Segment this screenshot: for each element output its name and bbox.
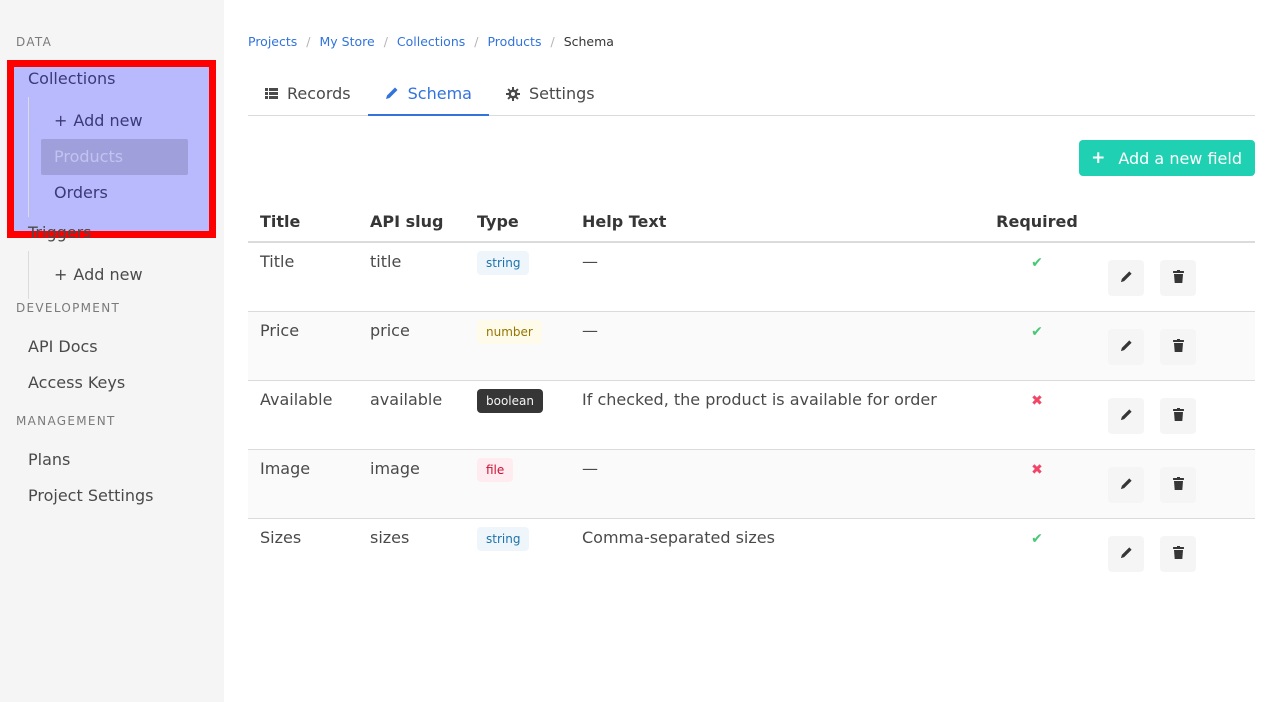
type-tag: boolean: [477, 388, 543, 413]
breadcrumb-projects[interactable]: Projects: [248, 34, 297, 49]
pencil-icon: [1120, 270, 1133, 286]
pencil-icon: [1120, 477, 1133, 493]
trash-icon: [1172, 270, 1184, 286]
header-api-slug: API slug: [358, 202, 465, 243]
sidebar: DATA Collections + Add new Products Order…: [0, 0, 224, 702]
trash-icon: [1172, 545, 1184, 562]
header-actions: [1092, 202, 1255, 243]
main-content: Projects / My Store / Collections / Prod…: [224, 0, 1280, 702]
field-api-slug: sizes: [370, 527, 410, 547]
edit-field-button[interactable]: [1108, 260, 1144, 296]
table-row: Available available boolean If checked, …: [248, 380, 1255, 450]
delete-field-button[interactable]: [1160, 260, 1196, 296]
menu-label-management: MANAGEMENT: [16, 414, 116, 428]
breadcrumb-separator: /: [550, 33, 555, 49]
field-title: Image: [248, 449, 358, 519]
delete-field-button[interactable]: [1160, 535, 1196, 572]
edit-field-button[interactable]: [1108, 328, 1144, 365]
plus-icon: +: [54, 265, 68, 284]
type-tag: file: [477, 457, 514, 482]
type-tag: number: [477, 319, 542, 344]
field-title: Title: [248, 242, 358, 312]
field-title: Available: [248, 380, 358, 450]
pencil-icon: [1120, 546, 1133, 562]
edit-field-button[interactable]: [1108, 535, 1144, 572]
header-title: Title: [248, 202, 358, 243]
toolbar: + Add a new field: [248, 140, 1255, 176]
sidebar-item-plans[interactable]: Plans: [0, 442, 224, 478]
header-type: Type: [465, 202, 570, 243]
delete-field-button[interactable]: [1160, 397, 1196, 434]
field-title: Sizes: [260, 527, 302, 547]
field-help-text: Comma-separated sizes: [582, 527, 775, 547]
check-icon: ✔: [1031, 255, 1043, 271]
table-row: Price price number — ✔: [248, 311, 1255, 381]
sidebar-item-api-docs[interactable]: API Docs: [0, 329, 224, 365]
gear-icon: [505, 86, 520, 101]
breadcrumb-products[interactable]: Products: [487, 34, 541, 49]
sidebar-item-triggers[interactable]: Triggers: [0, 215, 224, 251]
header-required: Required: [982, 202, 1092, 243]
table-row: Image image file — ✖: [248, 449, 1255, 519]
type-tag: string: [477, 526, 530, 551]
type-tag: string: [477, 251, 530, 275]
table-row: Title title string — ✔: [248, 242, 1255, 312]
breadcrumb-current: Schema: [563, 33, 614, 49]
plus-icon: +: [54, 111, 68, 130]
field-api-slug: price: [358, 311, 465, 381]
sidebar-item-project-settings[interactable]: Project Settings: [0, 478, 224, 514]
sidebar-item-collections[interactable]: Collections: [0, 61, 224, 97]
field-help-text: —: [570, 242, 982, 312]
table-row: Sizes sizes string Comma-separated sizes…: [248, 518, 1255, 587]
pencil-icon: [1120, 339, 1133, 355]
trash-icon: [1172, 338, 1184, 355]
breadcrumb-my-store[interactable]: My Store: [320, 34, 375, 49]
edit-field-button[interactable]: [1108, 466, 1144, 503]
delete-field-button[interactable]: [1160, 328, 1196, 365]
breadcrumb-separator: /: [474, 33, 479, 49]
sidebar-item-products[interactable]: Products: [41, 139, 188, 175]
breadcrumb-separator: /: [306, 33, 311, 49]
edit-field-button[interactable]: [1108, 397, 1144, 434]
sidebar-item-add-trigger[interactable]: + Add new: [41, 257, 188, 293]
delete-field-button[interactable]: [1160, 466, 1196, 503]
field-help-text: —: [570, 449, 982, 519]
field-help-text: —: [570, 311, 982, 381]
cross-icon: ✖: [1031, 461, 1043, 478]
trash-icon: [1172, 407, 1184, 424]
field-title: Price: [248, 311, 358, 381]
cross-icon: ✖: [1031, 392, 1043, 409]
field-api-slug: image: [358, 449, 465, 519]
add-field-button[interactable]: + Add a new field: [1079, 140, 1255, 176]
breadcrumb-separator: /: [383, 33, 388, 49]
check-icon: ✔: [1031, 323, 1043, 340]
check-icon: ✔: [1031, 530, 1043, 547]
menu-label-development: DEVELOPMENT: [16, 301, 121, 315]
tab-schema[interactable]: Schema: [367, 72, 489, 116]
pencil-icon: [1120, 408, 1133, 424]
menu-label-data: DATA: [16, 35, 53, 49]
field-help-text: If checked, the product is available for…: [570, 380, 982, 450]
plus-icon: +: [1091, 148, 1106, 168]
field-api-slug: title: [358, 242, 465, 312]
trash-icon: [1172, 476, 1184, 493]
pencil-icon: [385, 86, 399, 100]
schema-table: Title API slug Type Help Text Required T…: [248, 202, 1255, 587]
menu-section-data: DATA Collections + Add new Products Order…: [0, 33, 224, 217]
sidebar-item-access-keys[interactable]: Access Keys: [0, 365, 224, 401]
tab-settings[interactable]: Settings: [489, 72, 612, 116]
list-icon: [265, 88, 278, 99]
breadcrumb: Projects / My Store / Collections / Prod…: [248, 32, 1255, 50]
header-help-text: Help Text: [570, 202, 982, 243]
table-header-row: Title API slug Type Help Text Required: [248, 202, 1255, 243]
field-api-slug: available: [358, 380, 465, 450]
tab-records[interactable]: Records: [248, 72, 368, 116]
breadcrumb-collections[interactable]: Collections: [397, 34, 465, 49]
tabs: Records Schema Settings: [248, 72, 1255, 116]
sidebar-item-add-collection[interactable]: + Add new: [41, 103, 188, 139]
sidebar-item-orders[interactable]: Orders: [41, 175, 188, 211]
